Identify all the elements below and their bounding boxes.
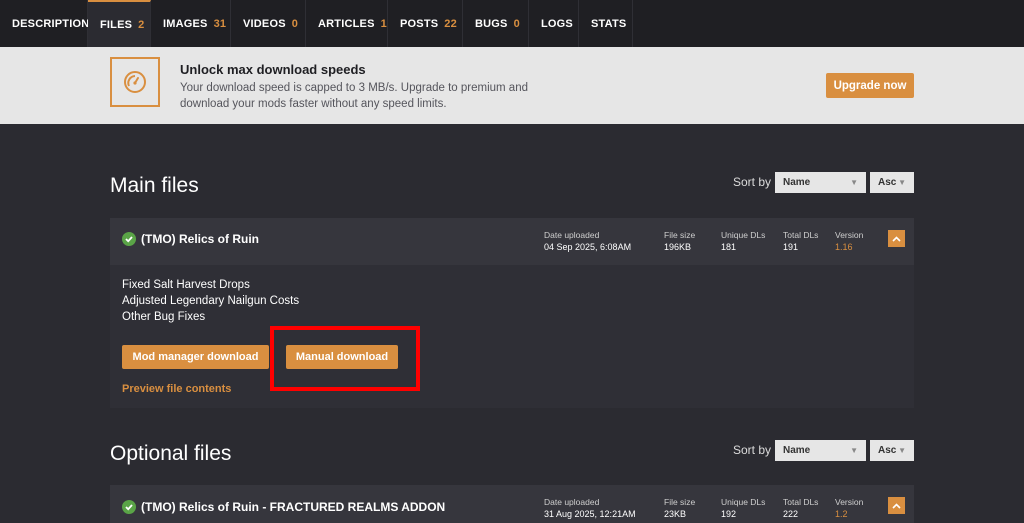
sort-order-value: Asc [878,445,897,456]
unique-dls-stat: Unique DLs 192 [721,496,765,520]
tab-label: ARTICLES [318,17,375,30]
tab-label: FILES [100,18,133,31]
stat-label: Total DLs [783,497,819,507]
file-card-header[interactable]: (TMO) Relics of Ruin Date uploaded 04 Se… [110,218,914,265]
tab-label: STATS [591,17,627,30]
tab-count: 31 [213,17,227,30]
chevron-up-icon [892,502,901,509]
chevron-down-icon: ▼ [898,178,906,187]
stat-label: Version [835,497,864,507]
unique-dls-stat: Unique DLs 181 [721,229,765,253]
changelog: Fixed Salt Harvest Drops Adjusted Legend… [122,277,299,325]
stat-label: Unique DLs [721,230,766,240]
tab-count: 0 [513,17,520,30]
stat-value: 192 [721,509,737,519]
file-size-stat: File size 23KB [664,496,695,520]
stat-value: 181 [721,242,737,252]
tab-videos[interactable]: VIDEOS 0 [231,0,306,47]
sort-order-select[interactable]: Asc ▼ [870,172,914,193]
sort-field-select[interactable]: Name ▼ [775,172,866,193]
file-name: (TMO) Relics of Ruin [141,232,259,246]
chevron-down-icon: ▼ [898,446,906,455]
file-name: (TMO) Relics of Ruin - FRACTURED REALMS … [141,500,446,514]
tab-label: POSTS [400,17,439,30]
stat-label: Total DLs [783,230,819,240]
stat-value: 222 [783,509,799,519]
tab-bugs[interactable]: BUGS 0 [463,0,529,47]
file-card-header[interactable]: (TMO) Relics of Ruin - FRACTURED REALMS … [110,485,914,523]
version-stat: Version 1.16 [835,229,863,253]
main-files-heading: Main files [110,174,199,197]
tab-images[interactable]: IMAGES 31 [151,0,231,47]
tab-bar: DESCRIPTION FILES 2 IMAGES 31 VIDEOS 0 A… [0,0,1024,47]
stat-value: 23KB [664,509,687,519]
tab-files[interactable]: FILES 2 [88,0,151,47]
file-title: (TMO) Relics of Ruin [122,232,259,246]
sort-field-value: Name [783,177,811,188]
upgrade-now-button[interactable]: Upgrade now [826,73,914,98]
stat-value: 31 Aug 2025, 12:21AM [544,509,636,519]
file-size-stat: File size 196KB [664,229,695,253]
tab-description[interactable]: DESCRIPTION [0,0,90,47]
chevron-down-icon: ▼ [850,178,858,187]
stat-label: Date uploaded [544,497,600,507]
highlight-box [270,326,420,391]
tab-count: 0 [291,17,299,30]
sort-order-select[interactable]: Asc ▼ [870,440,914,461]
date-uploaded-stat: Date uploaded 04 Sep 2025, 6:08AM [544,229,631,253]
tab-label: IMAGES [163,17,208,30]
total-dls-stat: Total DLs 191 [783,229,818,253]
sort-field-select[interactable]: Name ▼ [775,440,866,461]
changelog-line: Adjusted Legendary Nailgun Costs [122,295,300,307]
tab-label: BUGS [475,17,508,30]
tab-posts[interactable]: POSTS 22 [388,0,463,47]
chevron-down-icon: ▼ [850,446,858,455]
tab-articles[interactable]: ARTICLES 1 [306,0,388,47]
preview-file-contents-link[interactable]: Preview file contents [122,383,231,395]
chevron-up-icon [892,235,901,242]
speedometer-icon [110,57,160,107]
check-icon [122,232,136,246]
version-stat: Version 1.2 [835,496,863,520]
tab-stats[interactable]: STATS [579,0,633,47]
changelog-line: Fixed Salt Harvest Drops [122,279,250,291]
tab-logs[interactable]: LOGS [529,0,579,47]
file-title: (TMO) Relics of Ruin - FRACTURED REALMS … [122,500,445,514]
premium-banner: Unlock max download speeds Your download… [0,47,1024,124]
tab-label: VIDEOS [243,17,286,30]
stat-label: Unique DLs [721,497,766,507]
tab-count: 1 [380,17,387,30]
stat-value: 1.2 [835,509,848,519]
sort-order-value: Asc [878,177,897,188]
date-uploaded-stat: Date uploaded 31 Aug 2025, 12:21AM [544,496,636,520]
stat-label: Version [835,230,864,240]
tab-label: LOGS [541,17,573,30]
banner-text: Your download speed is capped to 3 MB/s.… [180,82,528,110]
file-card-body: Fixed Salt Harvest Drops Adjusted Legend… [110,265,914,408]
total-dls-stat: Total DLs 222 [783,496,818,520]
mod-manager-download-button[interactable]: Mod manager download [122,345,269,369]
stat-value: 04 Sep 2025, 6:08AM [544,242,632,252]
stat-label: File size [664,497,696,507]
sort-field-value: Name [783,445,811,456]
banner-title: Unlock max download speeds [180,62,366,77]
stat-label: File size [664,230,696,240]
sort-by-label: Sort by [733,443,772,457]
sort-by-label: Sort by [733,175,772,189]
collapse-button[interactable] [888,230,905,247]
changelog-line: Other Bug Fixes [122,311,206,323]
collapse-button[interactable] [888,497,905,514]
stat-value: 191 [783,242,799,252]
check-icon [122,500,136,514]
optional-files-heading: Optional files [110,442,232,465]
stat-value: 196KB [664,242,692,252]
tab-count: 2 [138,18,145,31]
stat-value: 1.16 [835,242,853,252]
tab-count: 22 [444,17,457,30]
stat-label: Date uploaded [544,230,600,240]
tab-label: DESCRIPTION [12,17,90,30]
